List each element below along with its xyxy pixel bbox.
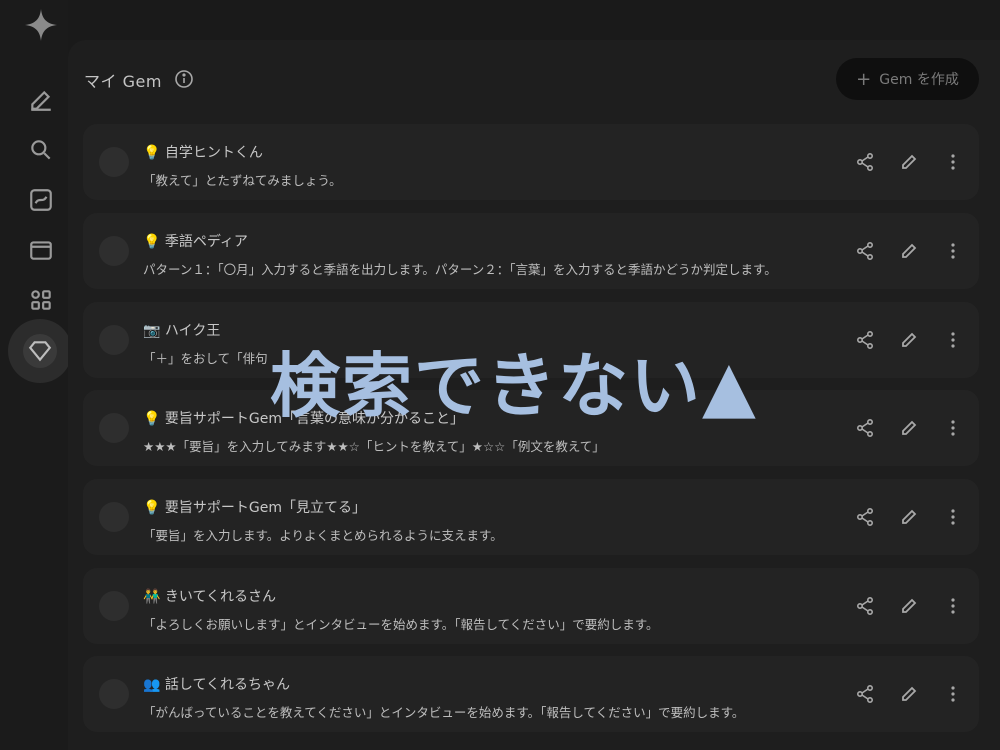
apps-icon[interactable] <box>22 281 60 319</box>
navigation-rail <box>0 0 72 750</box>
share-icon[interactable] <box>853 416 877 440</box>
gem-avatar <box>99 679 129 709</box>
gem-actions <box>853 594 965 618</box>
more-options-icon[interactable] <box>941 328 965 352</box>
new-gem-label: Gem を作成 <box>879 72 959 88</box>
share-icon[interactable] <box>853 505 877 529</box>
gem-description: パターン１：「〇月」入力すると季語を出力します。パターン２：「言葉」を入力すると… <box>143 262 777 277</box>
gem-avatar <box>99 236 129 266</box>
edit-icon[interactable] <box>897 416 921 440</box>
new-chat-pencil-icon[interactable] <box>22 81 60 119</box>
gem-description: ★★★「要旨」を入力してみます★★☆「ヒントを教えて」★☆☆「例文を教えて」 <box>143 439 605 454</box>
edit-icon[interactable] <box>897 594 921 618</box>
more-options-icon[interactable] <box>941 239 965 263</box>
share-icon[interactable] <box>853 150 877 174</box>
gem-avatar <box>99 413 129 443</box>
gem-actions <box>853 682 965 706</box>
page-title: マイ Gem <box>84 72 162 91</box>
gem-description: 「要旨」を入力します。よりよくまとめられるように支えます。 <box>143 528 503 543</box>
folder-icon[interactable] <box>22 231 60 269</box>
more-options-icon[interactable] <box>941 150 965 174</box>
gem-avatar <box>99 591 129 621</box>
gem-actions <box>853 416 965 440</box>
edit-icon[interactable] <box>897 505 921 529</box>
gem-title: 💡 季語ペディア <box>143 234 248 250</box>
more-options-icon[interactable] <box>941 682 965 706</box>
gem-description: 「教えて」とたずねてみましょう。 <box>143 173 342 188</box>
gem-title: 📷 ハイク王 <box>143 323 221 339</box>
plus-icon: + <box>856 68 872 90</box>
share-icon[interactable] <box>853 682 877 706</box>
share-icon[interactable] <box>853 328 877 352</box>
search-icon[interactable] <box>22 131 60 169</box>
share-icon[interactable] <box>853 594 877 618</box>
gem-actions <box>853 505 965 529</box>
gem-description: 「がんばっていることを教えてください」とインタビューを始めます。「報告してくださ… <box>143 705 745 720</box>
gem-actions <box>853 328 965 352</box>
gem-title: 💡 自学ヒントくん <box>143 145 263 161</box>
gem-description: 「よろしくお願いします」とインタビューを始めます。「報告してください」で要約しま… <box>143 617 659 632</box>
share-icon[interactable] <box>853 239 877 263</box>
info-icon[interactable] <box>174 69 194 89</box>
gem-avatar <box>99 325 129 355</box>
edit-icon[interactable] <box>897 682 921 706</box>
gem-description: 「＋」をおして「俳句 <box>143 351 268 366</box>
edit-icon[interactable] <box>897 150 921 174</box>
gem-actions <box>853 150 965 174</box>
edit-icon[interactable] <box>897 239 921 263</box>
gem-card[interactable]: 💡 要旨サポートGem「見立てる」「要旨」を入力します。よりよくまとめられるよう… <box>83 479 979 555</box>
overlay-caption: 検索できない▲ <box>270 345 758 427</box>
gem-avatar <box>99 502 129 532</box>
gem-card[interactable]: 👥 話してくれるちゃん「がんばっていることを教えてください」とインタビューを始め… <box>83 656 979 732</box>
new-gem-button[interactable]: + Gem を作成 <box>836 58 979 100</box>
edit-icon[interactable] <box>897 328 921 352</box>
gem-actions <box>853 239 965 263</box>
gem-title: 👥 話してくれるちゃん <box>143 677 291 693</box>
gem-avatar <box>99 147 129 177</box>
gem-icon[interactable] <box>23 334 57 368</box>
explore-icon[interactable] <box>22 181 60 219</box>
gem-card[interactable]: 💡 自学ヒントくん「教えて」とたずねてみましょう。 <box>83 124 979 200</box>
more-options-icon[interactable] <box>941 594 965 618</box>
gem-title: 👬 きいてくれるさん <box>143 589 277 605</box>
more-options-icon[interactable] <box>941 416 965 440</box>
gem-card[interactable]: 💡 季語ペディアパターン１：「〇月」入力すると季語を出力します。パターン２：「言… <box>83 213 979 289</box>
gem-card[interactable]: 👬 きいてくれるさん「よろしくお願いします」とインタビューを始めます。「報告して… <box>83 568 979 644</box>
gemini-logo-icon[interactable] <box>24 8 58 42</box>
more-options-icon[interactable] <box>941 505 965 529</box>
gem-title: 💡 要旨サポートGem「見立てる」 <box>143 500 366 516</box>
